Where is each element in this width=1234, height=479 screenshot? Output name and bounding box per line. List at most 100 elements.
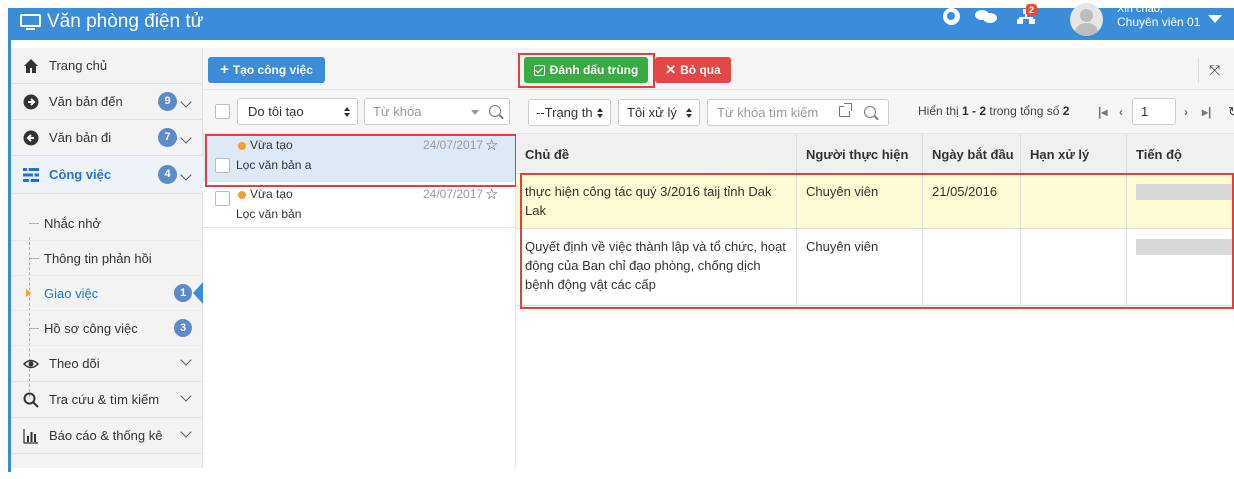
task-filter-row: Do tôi tạo Từ khóa: [203, 90, 516, 134]
sidebar-subitem-task-files[interactable]: Hồ sơ công việc 3: [11, 311, 203, 346]
status-filter-select[interactable]: --Trạng th: [528, 99, 611, 126]
count-badge: 7: [158, 128, 177, 147]
progress-bar: [1136, 184, 1234, 200]
close-icon: ✕: [665, 62, 677, 77]
task-list-item[interactable]: Vừa tạo 24/07/2017 ☆ Lọc văn bản a: [203, 134, 516, 182]
sidebar-item-incoming-docs[interactable]: Văn bản đến 9: [11, 84, 203, 120]
paging-middle: trong tổng số: [989, 104, 1060, 118]
page-number-input[interactable]: 1: [1132, 98, 1176, 125]
sidebar-item-label: Trang chủ: [49, 58, 108, 73]
sidebar-subitem-feedback[interactable]: Thông tin phản hồi: [11, 241, 203, 276]
task-checkbox[interactable]: [215, 191, 230, 206]
tasks-icon: [23, 168, 39, 182]
sidebar-subitem-assign[interactable]: Giao việc 1: [11, 276, 203, 311]
select-arrows-icon: [597, 108, 603, 118]
task-list-panel: + Tạo công việc Do tôi tạo Từ khóa Vừa t…: [203, 48, 516, 468]
task-list-item[interactable]: Vừa tạo 24/07/2017 ☆ Lọc văn bản: [203, 183, 516, 228]
user-menu-caret-icon[interactable]: [1208, 15, 1222, 23]
cell-start-date: [923, 229, 1021, 305]
app-title[interactable]: Văn phòng điện tử: [20, 11, 203, 33]
caret-right-icon: [26, 289, 31, 297]
sidebar-item-label: Theo dõi: [49, 356, 100, 371]
page-number-value: 1: [1141, 104, 1149, 119]
star-icon[interactable]: ☆: [485, 136, 498, 154]
sidebar-subitem-reminders[interactable]: Nhắc nhở: [11, 206, 203, 241]
handler-filter-select[interactable]: Tôi xử lý: [618, 99, 700, 126]
search-icon[interactable]: [489, 105, 501, 117]
plus-icon: +: [220, 61, 229, 78]
search-icon: [23, 392, 39, 408]
sidebar-item-tracking[interactable]: Theo dõi: [11, 346, 203, 382]
task-keyword-input[interactable]: Từ khóa: [364, 98, 510, 125]
cell-deadline: [1021, 229, 1127, 305]
table-row[interactable]: thực hiện công tác quý 3/2016 taij tỉnh …: [516, 174, 1234, 229]
expand-icon[interactable]: ⤧: [1209, 62, 1220, 79]
column-header-progress[interactable]: Tiến độ: [1127, 134, 1234, 174]
column-header-start-date[interactable]: Ngày bắt đầu: [923, 134, 1021, 174]
top-header: Văn phòng điện tử: [8, 8, 1234, 40]
chat-icon[interactable]: [975, 8, 997, 24]
task-checkbox[interactable]: [215, 158, 230, 173]
status-dot: [238, 191, 246, 199]
arrow-circle-right-icon: [23, 94, 39, 110]
sidebar-item-label: Công việc: [49, 167, 112, 182]
sidebar-item-outgoing-docs[interactable]: Văn bản đi 7: [11, 120, 203, 156]
column-header-deadline[interactable]: Hạn xử lý: [1021, 134, 1127, 174]
table-row[interactable]: Quyết định về việc thành lập và tổ chức,…: [516, 229, 1234, 306]
mark-duplicate-button[interactable]: Đánh dấu trùng: [524, 57, 648, 83]
paging-total: 2: [1062, 104, 1070, 118]
detail-keyword-input[interactable]: Từ khóa tìm kiếm: [707, 99, 889, 126]
sidebar-item-lookup[interactable]: Tra cứu & tìm kiếm: [11, 382, 203, 418]
column-header-assignee[interactable]: Người thực hiện: [797, 134, 923, 174]
cell-deadline: [1021, 174, 1127, 228]
search-icon[interactable]: [864, 106, 876, 118]
task-title: Lọc văn bản a: [236, 158, 312, 172]
sidebar-item-home[interactable]: Trang chủ: [11, 48, 203, 84]
active-pointer: [193, 282, 203, 304]
skip-label: Bỏ qua: [680, 63, 721, 77]
user-greeting[interactable]: Xin chào, Chuyên viên 01: [1117, 4, 1201, 30]
next-page-icon[interactable]: ›: [1184, 105, 1188, 119]
refresh-icon[interactable]: ↻: [1228, 104, 1234, 120]
monitor-icon: [20, 14, 41, 30]
cell-assignee: Chuyên viên: [797, 229, 923, 305]
task-title: Lọc văn bản: [236, 207, 302, 221]
sidebar-item-label: Văn bản đến: [49, 94, 123, 109]
globe-icon[interactable]: [943, 8, 960, 25]
select-arrows-icon: [686, 108, 692, 118]
paging-prefix: Hiển thị: [918, 104, 959, 118]
task-date: 24/07/2017: [423, 187, 484, 201]
avatar[interactable]: [1070, 3, 1103, 36]
prev-page-icon[interactable]: ‹: [1119, 105, 1123, 119]
column-header-subject[interactable]: Chủ đề: [516, 134, 797, 174]
count-badge: 1: [174, 284, 192, 302]
owner-filter-select[interactable]: Do tôi tạo: [237, 98, 358, 125]
cell-subject: Quyết định về việc thành lập và tổ chức,…: [516, 229, 797, 305]
task-status: Vừa tạo: [250, 187, 293, 201]
last-page-icon[interactable]: ▸|: [1202, 105, 1211, 119]
sidebar-item-tasks[interactable]: Công việc 4: [11, 156, 203, 194]
table-header: Chủ đề Người thực hiện Ngày bắt đầu Hạn …: [516, 134, 1234, 174]
user-name: Chuyên viên 01: [1117, 15, 1201, 29]
select-all-checkbox[interactable]: [215, 104, 230, 119]
notification-badge: 2: [1026, 4, 1038, 16]
eye-icon: [23, 359, 39, 369]
star-icon[interactable]: ☆: [485, 185, 498, 203]
count-badge: 4: [158, 165, 177, 184]
paging-summary: Hiển thị 1 - 2 trong tổng số 2: [918, 104, 1069, 118]
handler-filter-value: Tôi xử lý: [627, 105, 677, 120]
create-task-button[interactable]: + Tạo công việc: [208, 57, 325, 83]
owner-filter-value: Do tôi tạo: [248, 104, 304, 119]
select-arrows-icon: [344, 107, 350, 117]
external-link-icon[interactable]: [839, 103, 852, 117]
checkbox-icon: [533, 64, 545, 76]
caret-down-icon[interactable]: [471, 110, 479, 115]
sidebar-item-reports[interactable]: Báo cáo & thống kê: [11, 418, 203, 454]
sidebar-subitem-label: Giao việc: [44, 285, 99, 301]
first-page-icon[interactable]: |◂: [1098, 105, 1107, 119]
sidebar-subitem-label: Thông tin phản hồi: [44, 250, 152, 266]
task-toolbar: + Tạo công việc: [203, 48, 516, 90]
home-icon: [24, 59, 38, 73]
detail-panel: Đánh dấu trùng ✕ Bỏ qua ⤧ --Trạng th Tôi…: [516, 48, 1234, 468]
skip-button[interactable]: ✕ Bỏ qua: [655, 57, 731, 83]
